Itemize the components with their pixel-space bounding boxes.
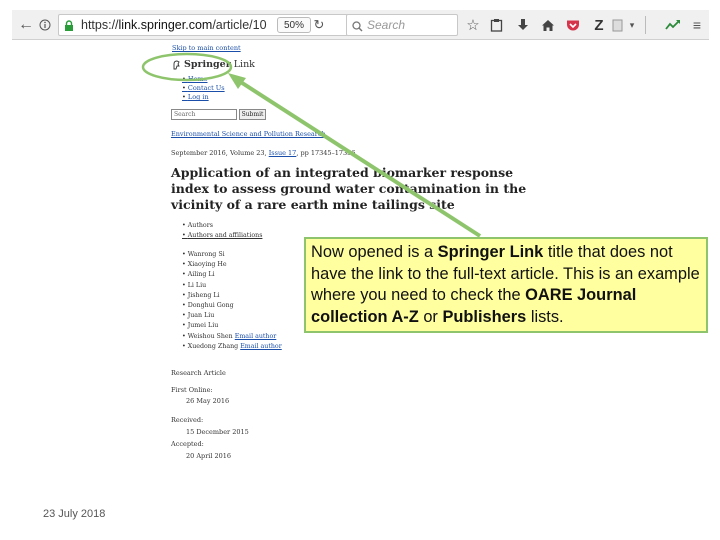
callout-bold-publishers: Publishers xyxy=(442,307,527,326)
author-name[interactable]: Li Liu xyxy=(188,282,206,289)
callout-text: or xyxy=(418,307,443,326)
download-icon[interactable] xyxy=(515,16,531,34)
skip-to-main-link[interactable]: Skip to main content xyxy=(172,44,241,52)
hamburger-menu-icon[interactable]: ≡ xyxy=(688,16,706,34)
reload-icon[interactable]: ↻ xyxy=(312,16,326,34)
search-icon xyxy=(352,19,363,37)
zoom-level-badge[interactable]: 50% xyxy=(277,17,311,33)
first-online-value: 26 May 2016 xyxy=(186,397,230,405)
author-item[interactable]: Donghui Gong xyxy=(182,301,282,311)
accepted-value: 20 April 2016 xyxy=(186,452,232,460)
browser-toolbar: ← https://link.springer.com/article/10 5… xyxy=(12,10,709,40)
url-path: /article/10 xyxy=(212,18,267,32)
author-name[interactable]: Jumei Liu xyxy=(188,322,219,329)
journal-title-link[interactable]: Environmental Science and Pollution Rese… xyxy=(171,130,326,138)
extension-icon[interactable] xyxy=(664,16,682,34)
logo-suffix: Link xyxy=(233,59,255,70)
site-search-submit-button[interactable]: Submit xyxy=(239,109,266,120)
issue-link[interactable]: Issue 17 xyxy=(269,149,297,157)
issue-pages: , pp 17345–17356 xyxy=(296,149,356,157)
author-item[interactable]: Xiaoying He xyxy=(182,260,282,270)
search-placeholder: Search xyxy=(367,18,406,32)
nav-home-link[interactable]: Home xyxy=(182,75,225,84)
home-icon[interactable] xyxy=(540,16,556,34)
author-item[interactable]: Wanrong Si xyxy=(182,250,282,260)
pocket-icon[interactable] xyxy=(565,16,581,34)
authors-tabs: Authors Authors and affiliations xyxy=(182,221,263,241)
first-online-label: First Online: xyxy=(171,386,213,394)
email-author-link[interactable]: Email author xyxy=(240,343,282,350)
author-name[interactable]: Wanrong Si xyxy=(188,251,225,258)
issue-info: September 2016, Volume 23, Issue 17, pp … xyxy=(171,149,355,157)
authors-tab[interactable]: Authors xyxy=(182,221,262,231)
springer-link-logo[interactable]: Springer Link xyxy=(172,59,255,70)
author-name[interactable]: Juan Liu xyxy=(188,312,215,319)
menu-icon[interactable]: ▾ xyxy=(626,16,638,34)
zotero-icon[interactable]: Z xyxy=(591,16,607,34)
received-value: 15 December 2015 xyxy=(186,428,249,436)
author-item[interactable]: Jisheng Li xyxy=(182,291,282,301)
received-label: Received: xyxy=(171,416,204,424)
callout-text: lists. xyxy=(526,307,564,326)
callout-bold-springer-link: Springer Link xyxy=(437,243,544,261)
article-type: Research Article xyxy=(171,369,226,377)
author-name[interactable]: Jisheng Li xyxy=(188,292,220,299)
author-name[interactable]: Ailing Li xyxy=(188,271,215,278)
slide-footer-date: 23 July 2018 xyxy=(43,508,106,520)
bookmark-star-icon[interactable]: ☆ xyxy=(465,16,481,34)
main-navigation: Home Contact Us Log in xyxy=(182,75,225,102)
callout-text: Now opened is a xyxy=(311,243,438,261)
accepted-label: Accepted: xyxy=(171,440,204,448)
url-host: link.springer.com xyxy=(118,18,213,32)
nav-login-link[interactable]: Log in xyxy=(182,93,225,102)
author-item[interactable]: Jumei Liu xyxy=(182,321,282,331)
nav-contact-link[interactable]: Contact Us xyxy=(182,84,225,93)
author-item[interactable]: Li Liu xyxy=(182,281,282,291)
author-name[interactable]: Xiaoying He xyxy=(188,261,227,268)
author-item[interactable]: Weishou Shen Email author xyxy=(182,332,282,342)
authors-affiliations-tab[interactable]: Authors and affiliations xyxy=(182,231,263,241)
toolbar-separator xyxy=(645,16,648,34)
url-scheme: https:// xyxy=(81,18,119,32)
browser-search-bar[interactable]: Search xyxy=(346,14,458,36)
author-item[interactable]: Ailing Li xyxy=(182,270,282,280)
presentation-slide: ← https://link.springer.com/article/10 5… xyxy=(0,0,720,540)
clipboard-icon[interactable] xyxy=(488,16,504,34)
url-text: https://link.springer.com/article/10 xyxy=(81,18,271,32)
springer-horse-icon xyxy=(173,60,180,69)
author-name[interactable]: Donghui Gong xyxy=(188,302,234,309)
back-arrow-icon[interactable]: ← xyxy=(18,16,34,34)
url-bar[interactable]: https://link.springer.com/article/10 50% xyxy=(58,14,348,36)
info-icon[interactable] xyxy=(38,16,52,34)
browser-window: ← https://link.springer.com/article/10 5… xyxy=(12,10,709,462)
logo-brand: Springer xyxy=(184,59,231,70)
author-name[interactable]: Weishou Shen xyxy=(188,333,233,340)
issue-prefix: September 2016, Volume 23, xyxy=(171,149,269,157)
document-icon[interactable] xyxy=(610,16,624,34)
article-title: Application of an integrated biomarker r… xyxy=(171,165,527,212)
author-item[interactable]: Xuedong Zhang Email author xyxy=(182,342,282,352)
lock-icon xyxy=(64,19,74,37)
email-author-link[interactable]: Email author xyxy=(235,333,277,340)
author-name[interactable]: Xuedong Zhang xyxy=(188,343,238,350)
author-item[interactable]: Juan Liu xyxy=(182,311,282,321)
site-search-input[interactable]: Search xyxy=(171,109,237,120)
author-list: Wanrong Si Xiaoying He Ailing Li Li Liu … xyxy=(182,250,282,352)
callout-box: Now opened is a Springer Link title that… xyxy=(304,237,708,333)
